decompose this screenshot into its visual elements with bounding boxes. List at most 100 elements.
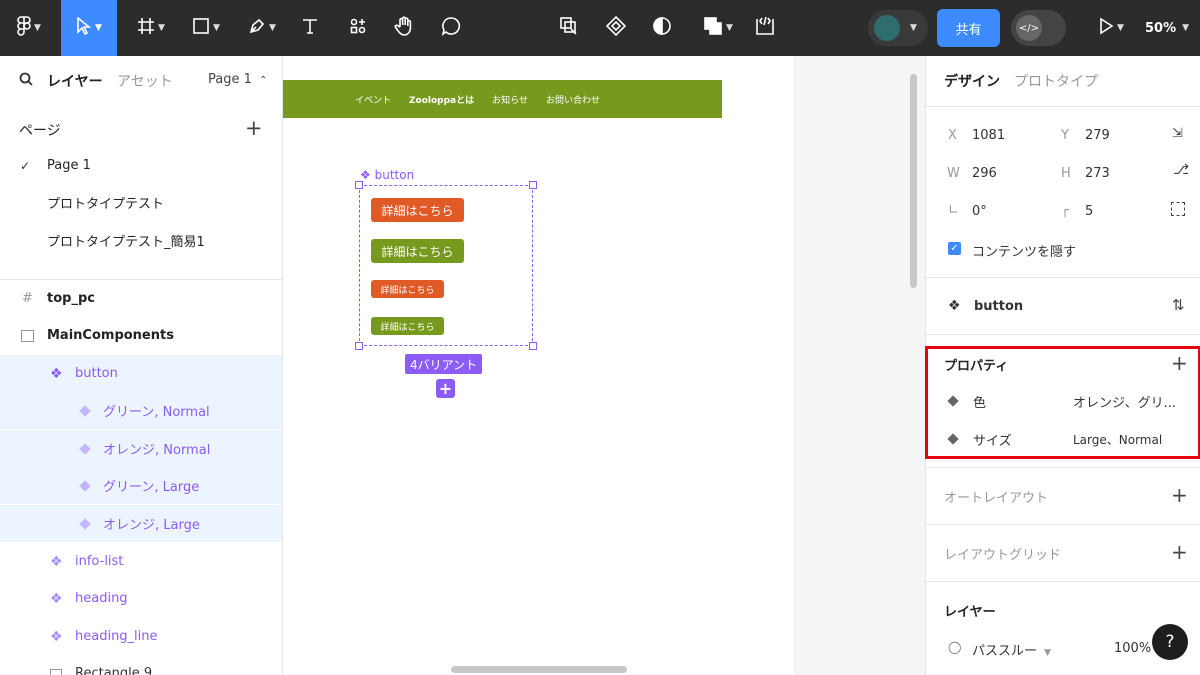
- text-tool-button[interactable]: [296, 0, 324, 56]
- layer-heading[interactable]: ❖ heading: [0, 580, 282, 617]
- add-property-button[interactable]: +: [1171, 353, 1188, 373]
- divider: [926, 106, 1200, 107]
- present-button[interactable]: ▼: [1092, 0, 1130, 56]
- layer-label: heading_line: [75, 629, 158, 644]
- layer-top-pc[interactable]: # top_pc: [0, 280, 282, 317]
- boolean-ops-button[interactable]: ▼: [697, 0, 739, 56]
- layout-grid-title: レイアウトグリッド: [944, 548, 1062, 563]
- x-field[interactable]: 1081: [972, 128, 1005, 143]
- zoom-control[interactable]: 50% ▼: [1145, 0, 1189, 56]
- x-label: X: [948, 128, 957, 143]
- frame-tool-button[interactable]: ▼: [130, 0, 172, 56]
- frame-top-pc[interactable]: [283, 56, 793, 675]
- search-icon[interactable]: [19, 72, 33, 90]
- properties-title: プロパティ: [944, 359, 1009, 374]
- share-button[interactable]: 共有: [937, 9, 1000, 47]
- component-set-frame[interactable]: 詳細はこちら 詳細はこちら 詳細はこちら 詳細はこちら: [355, 181, 537, 350]
- layer-info-list[interactable]: ❖ info-list: [0, 543, 282, 580]
- user-avatar-menu[interactable]: ▼: [868, 10, 928, 46]
- corner-radius-field[interactable]: 5: [1085, 204, 1093, 219]
- hand-tool-button[interactable]: [390, 0, 418, 56]
- chevron-up-icon: ⌃: [259, 75, 268, 86]
- text-icon: [301, 17, 319, 39]
- canvas[interactable]: イベント Zooloppaとは お知らせ お問い合わせ ❖ button 詳細は…: [283, 56, 925, 675]
- add-page-button[interactable]: +: [245, 116, 263, 140]
- layer-variant-green-normal[interactable]: グリーン, Normal: [0, 392, 282, 429]
- page-item-prototype-test[interactable]: プロトタイプテスト: [0, 184, 282, 221]
- layer-rectangle-9[interactable]: Rectangle 9: [0, 655, 282, 675]
- adjust-icon[interactable]: ⇅: [1172, 296, 1185, 314]
- opacity-field[interactable]: 100%: [1114, 641, 1151, 656]
- property-name: 色: [973, 396, 987, 411]
- code-snippet-button[interactable]: [752, 0, 778, 56]
- layer-main-components[interactable]: MainComponents: [0, 317, 282, 354]
- resources-tool-button[interactable]: [344, 0, 372, 56]
- horizontal-scrollbar[interactable]: [451, 666, 627, 673]
- layer-variant-orange-normal[interactable]: オレンジ, Normal: [0, 430, 282, 467]
- page-item-label: Page 1: [47, 158, 91, 173]
- tab-design[interactable]: デザイン: [944, 71, 1000, 91]
- property-value[interactable]: Large、Normal: [1073, 431, 1162, 448]
- add-auto-layout-button[interactable]: +: [1171, 485, 1188, 505]
- help-button[interactable]: ?: [1152, 624, 1188, 660]
- layer-button-component-set[interactable]: ❖ button: [0, 355, 282, 392]
- pen-tool-button[interactable]: ▼: [240, 0, 284, 56]
- mask-button[interactable]: [648, 0, 676, 56]
- component-set-label[interactable]: ❖ button: [360, 168, 414, 182]
- h-field[interactable]: 273: [1085, 166, 1110, 181]
- zoom-level: 50%: [1145, 20, 1177, 36]
- page-selector[interactable]: Page 1 ⌃: [208, 72, 267, 87]
- w-label: W: [947, 166, 960, 181]
- create-component-button[interactable]: [602, 0, 630, 56]
- variant-orange-large[interactable]: 詳細はこちら: [371, 198, 464, 222]
- independent-corners-icon[interactable]: [1171, 202, 1185, 216]
- vertical-scrollbar[interactable]: [910, 74, 917, 288]
- frame-icon: #: [22, 291, 33, 306]
- y-field[interactable]: 279: [1085, 128, 1110, 143]
- property-value[interactable]: オレンジ、グリ...: [1073, 392, 1176, 411]
- tab-prototype[interactable]: プロトタイプ: [1014, 71, 1098, 91]
- page-item-page-1[interactable]: ✓ Page 1: [0, 147, 282, 184]
- layers-panel: レイヤー アセット Page 1 ⌃ ページ + ✓ Page 1 プロトタイプ…: [0, 56, 283, 675]
- resize-handle-tr[interactable]: [529, 181, 537, 189]
- divider: [926, 467, 1200, 468]
- constrain-proportions-icon[interactable]: ⎇: [1173, 162, 1189, 178]
- component-set-icon: ❖: [360, 168, 371, 182]
- property-name: サイズ: [973, 434, 1012, 449]
- component-icon: ❖: [50, 553, 63, 570]
- variant-orange-normal[interactable]: 詳細はこちら: [371, 280, 444, 298]
- add-variant-button[interactable]: +: [436, 379, 455, 398]
- resize-to-fit-icon[interactable]: ⇲: [1172, 126, 1183, 141]
- move-tool-button[interactable]: ▼: [61, 0, 117, 56]
- component-set-name: button: [374, 168, 415, 182]
- resize-handle-tl[interactable]: [355, 181, 363, 189]
- main-menu-button[interactable]: ▼: [8, 0, 50, 56]
- blend-mode-select[interactable]: パススルー ▼: [972, 640, 1051, 659]
- hand-icon: [394, 16, 414, 40]
- layer-heading-line[interactable]: ❖ heading_line: [0, 618, 282, 655]
- resize-handle-br[interactable]: [529, 342, 537, 350]
- tab-assets[interactable]: アセット: [117, 71, 173, 91]
- add-layout-grid-button[interactable]: +: [1171, 542, 1188, 562]
- component-icon: ❖: [50, 628, 63, 645]
- variant-count-badge[interactable]: 4バリアント: [405, 354, 483, 374]
- layer-variant-orange-large[interactable]: オレンジ, Large: [0, 505, 282, 542]
- comment-tool-button[interactable]: [437, 0, 465, 56]
- section-icon: [21, 329, 34, 342]
- shape-tool-button[interactable]: ▼: [185, 0, 227, 56]
- variant-green-large[interactable]: 詳細はこちら: [371, 239, 464, 263]
- layer-variant-green-large[interactable]: グリーン, Large: [0, 467, 282, 504]
- page-item-prototype-test-simple[interactable]: プロトタイプテスト_簡易1: [0, 222, 282, 259]
- rotation-field[interactable]: 0°: [972, 204, 987, 219]
- w-field[interactable]: 296: [972, 166, 997, 181]
- page-selector-label: Page 1: [208, 72, 252, 87]
- page-item-label: プロトタイプテスト_簡易1: [47, 235, 205, 250]
- component-actions-button[interactable]: [554, 0, 584, 56]
- resize-handle-bl[interactable]: [355, 342, 363, 350]
- clip-content-checkbox[interactable]: ✓: [948, 242, 961, 255]
- tab-layers[interactable]: レイヤー: [47, 71, 103, 91]
- variant-green-normal[interactable]: 詳細はこちら: [371, 317, 444, 335]
- dev-mode-toggle[interactable]: </>: [1011, 10, 1066, 46]
- variant-icon: [79, 442, 91, 455]
- variant-icon: [79, 517, 91, 530]
